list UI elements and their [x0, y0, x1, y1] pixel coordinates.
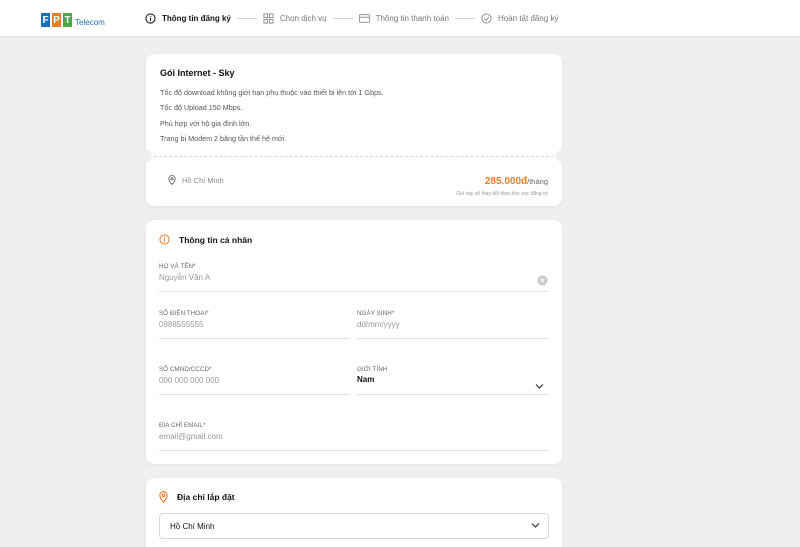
required-mark: * [209, 366, 212, 373]
step-payment-info[interactable]: Thông tin thanh toán [358, 13, 449, 24]
birthday-input[interactable]: dd/mm/yyyy [357, 320, 400, 329]
clear-icon[interactable] [537, 273, 548, 291]
grid-icon [263, 13, 274, 24]
email-label: ĐỊA CHỈ EMAIL* [159, 414, 205, 432]
install-address-card: Địa chỉ lắp đặt Hồ Chí Minh [146, 478, 562, 547]
price-amount: 285.000đ [484, 176, 528, 187]
section-title: Địa chỉ lắp đặt [177, 492, 235, 502]
package-title: Gói Internet - Sky [160, 68, 235, 78]
personal-info-heading: Thông tin cá nhân [159, 234, 252, 245]
info-circle-icon [145, 13, 156, 24]
phone-label: SỐ ĐIỆN THOẠI* [159, 302, 209, 320]
package-location: Hồ Chí Minh [168, 175, 224, 185]
fullname-input[interactable]: Nguyễn Văn A [159, 273, 210, 282]
idcard-label: SỐ CMND/CCCD* [159, 358, 212, 376]
step-connector [454, 18, 475, 19]
fullname-label: HỌ VÀ TÊN* [159, 255, 196, 273]
step-connector [236, 18, 257, 19]
section-title: Thông tin cá nhân [179, 234, 253, 245]
required-mark: * [206, 310, 209, 317]
package-card: Gói Internet - Sky Tốc độ download không… [140, 54, 568, 206]
logo-text: Telecom [75, 18, 105, 27]
field-label: SỐ ĐIỆN THOẠI [159, 310, 207, 317]
price-unit: /tháng [527, 177, 548, 186]
location-pin-orange-icon [159, 491, 168, 503]
step-label: Thông tin thanh toán [375, 14, 449, 23]
logo-letter-t: T [63, 13, 72, 27]
email-input[interactable]: email@gmail.com [159, 432, 223, 441]
package-feature: Trang bị Modem 2 băng tần thế hệ mới. [160, 133, 287, 143]
required-mark: * [202, 422, 206, 429]
field-label: HỌ VÀ TÊN [159, 263, 194, 270]
personal-info-card: Thông tin cá nhân HỌ VÀ TÊN* Nguyễn Văn … [146, 220, 562, 464]
gender-underline [357, 394, 549, 395]
ticket-notch-left [140, 150, 152, 162]
gender-label: GIỚI TÍNH [357, 358, 388, 376]
field-label: ĐỊA CHỈ EMAIL [159, 422, 203, 429]
idcard-underline [159, 394, 350, 395]
package-feature: Tốc độ download không giới hạn phụ thuộc… [160, 88, 384, 97]
fpt-telecom-logo[interactable]: F P T Telecom [41, 11, 105, 27]
step-label: Hoàn tất đăng ký [497, 14, 559, 23]
dashed-divider [154, 156, 554, 157]
city-value: Hồ Chí Minh [170, 521, 215, 531]
package-feature: Tốc độ Upload 150 Mbps. [160, 103, 243, 113]
location-pin-icon [168, 175, 176, 185]
logo-letter-f: F [41, 13, 50, 27]
top-header: F P T Telecom Thông tin đăng ký Chọn dịc… [0, 0, 800, 37]
info-circle-orange-icon [159, 234, 170, 245]
card-icon [358, 13, 370, 24]
step-connector [332, 18, 353, 19]
package-price: 285.000đ/tháng Giá này sẽ thay đổi theo … [456, 171, 548, 197]
phone-input[interactable]: 0988555555 [159, 320, 204, 329]
ticket-notch-right [556, 150, 568, 162]
chevron-down-icon [531, 522, 540, 529]
step-choose-service[interactable]: Chọn dịch vụ [263, 13, 327, 24]
field-label: SỐ CMND/CCCD [159, 366, 210, 373]
logo-letter-p: P [52, 13, 61, 27]
package-feature: Phù hợp với hộ gia đình lớn. [160, 118, 252, 128]
field-label: GIỚI TÍNH [357, 366, 388, 373]
birthday-label: NGÀY SINH* [357, 302, 394, 320]
field-label: NGÀY SINH [357, 310, 392, 317]
registration-stepper: Thông tin đăng ký Chọn dịch vụ Thông tin… [145, 0, 558, 37]
step-complete[interactable]: Hoàn tất đăng ký [481, 13, 558, 24]
price-note: Giá này sẽ thay đổi theo khu vực đăng ký [456, 191, 548, 197]
step-label: Chọn dịch vụ [279, 14, 327, 23]
required-mark: * [193, 263, 196, 270]
gender-select[interactable]: Nam [357, 375, 374, 384]
location-text: Hồ Chí Minh [182, 175, 224, 185]
step-label: Thông tin đăng ký [162, 14, 231, 23]
required-mark: * [391, 310, 395, 317]
check-circle-icon [481, 13, 492, 24]
package-features: Tốc độ download không giới hạn phụ thuộc… [160, 88, 384, 149]
chevron-down-icon[interactable] [535, 377, 544, 395]
email-underline [159, 450, 549, 451]
fullname-underline [159, 291, 549, 292]
install-address-heading: Địa chỉ lắp đặt [159, 491, 235, 503]
idcard-input[interactable]: 000 000 000 000 [159, 376, 219, 385]
phone-underline [159, 338, 350, 339]
city-select[interactable]: Hồ Chí Minh [159, 513, 549, 539]
logo-mark: F P T [41, 13, 72, 27]
step-registration-info[interactable]: Thông tin đăng ký [145, 13, 231, 24]
birthday-underline [357, 338, 549, 339]
